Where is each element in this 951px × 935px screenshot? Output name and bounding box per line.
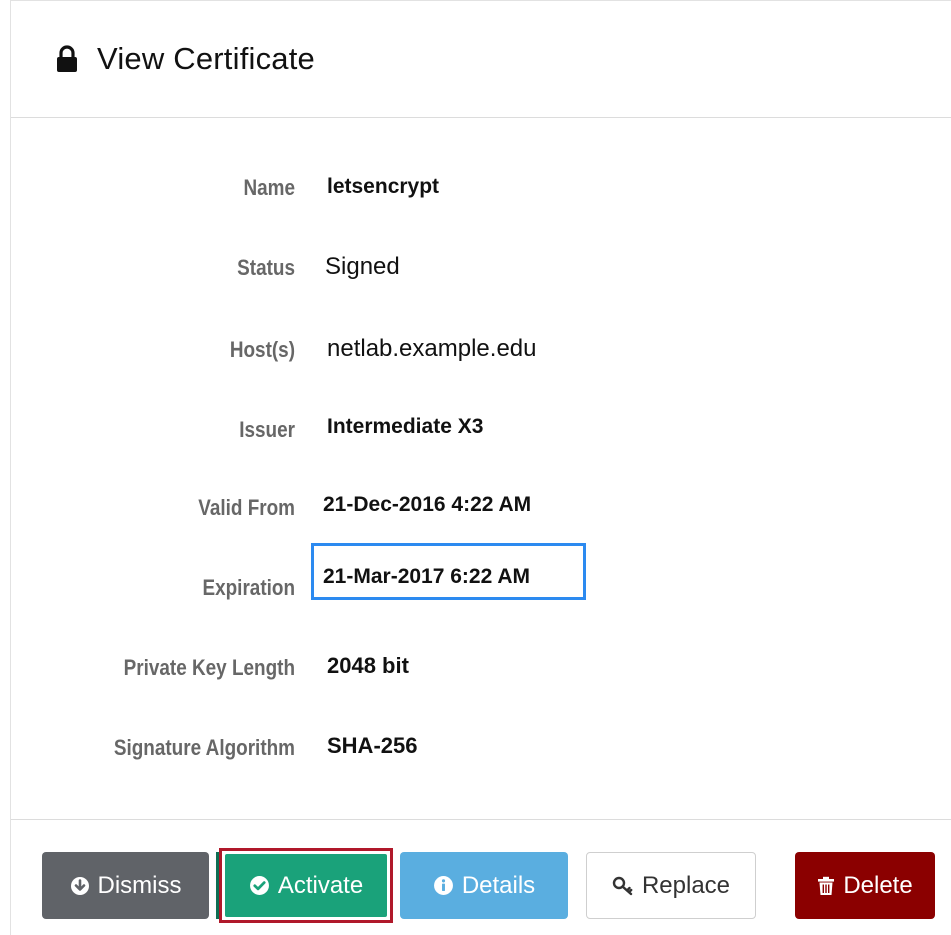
status-label: Status [237, 255, 295, 280]
panel-header: View Certificate [11, 1, 951, 118]
expiration-value: 21-Mar-2017 6:22 AM [323, 565, 530, 588]
signature-value: SHA-256 [327, 733, 418, 758]
dismiss-button[interactable]: Dismiss [42, 852, 209, 919]
key-icon [612, 876, 633, 895]
dismiss-label: Dismiss [97, 871, 182, 899]
activate-button[interactable]: Activate [225, 854, 387, 917]
certificate-panel: View Certificate Name letsencrypt Status… [10, 0, 951, 935]
key-length-value: 2048 bit [327, 653, 409, 678]
signature-label: Signature Algorithm [113, 735, 295, 760]
name-value: letsencrypt [327, 175, 440, 198]
expiration-label: Expiration [202, 575, 295, 600]
footer-divider [11, 819, 951, 820]
replace-label: Replace [641, 871, 731, 899]
activate-label: Activate [277, 871, 364, 899]
lock-icon [57, 45, 77, 72]
valid-from-label: Valid From [198, 495, 295, 520]
delete-button[interactable]: Delete [795, 852, 935, 919]
delete-label: Delete [843, 871, 913, 899]
key-length-label: Private Key Length [123, 655, 295, 680]
status-value: Signed [325, 253, 400, 280]
replace-button[interactable]: Replace [586, 852, 756, 919]
check-circle-icon [249, 876, 269, 895]
issuer-label: Issuer [239, 417, 295, 442]
valid-from-value: 21-Dec-2016 4:22 AM [323, 493, 532, 516]
hosts-value: netlab.example.edu [327, 335, 537, 362]
arrow-down-circle-icon [70, 876, 89, 895]
page-title: View Certificate [97, 41, 315, 76]
details-button[interactable]: Details [400, 852, 568, 919]
issuer-value: Intermediate X3 [327, 415, 484, 438]
info-circle-icon [433, 876, 453, 895]
hosts-label: Host(s) [229, 337, 295, 362]
trash-icon [818, 876, 835, 895]
details-label: Details [461, 871, 536, 899]
name-label: Name [243, 175, 295, 200]
